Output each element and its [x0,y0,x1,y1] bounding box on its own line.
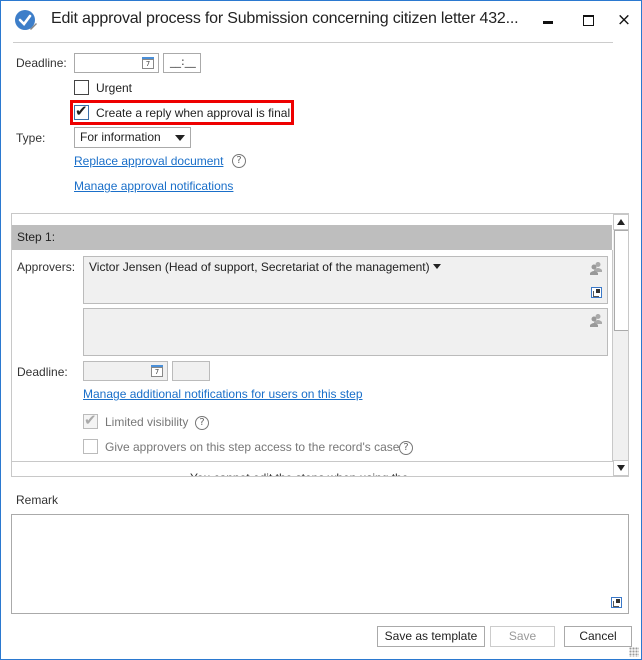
additional-approvers-field[interactable] [83,308,608,356]
deadline-time-input[interactable]: __:__ [163,53,201,73]
checkmark-icon: ✔ [84,411,97,429]
scroll-down-button[interactable] [613,460,628,476]
step-header: Step 1: [12,225,612,250]
expand-icon[interactable] [591,287,602,298]
calendar-icon[interactable]: 7 [142,57,154,69]
time-value: __:__ [170,55,196,68]
step-deadline-label: Deadline: [17,365,68,379]
urgent-checkbox[interactable] [74,80,89,95]
help-icon[interactable]: ? [195,416,209,430]
limited-visibility-checkbox[interactable]: ✔ [83,411,98,429]
step-deadline-date-input[interactable]: 7 [83,361,168,381]
remark-textarea[interactable] [11,514,629,614]
type-value: For information [80,130,161,144]
help-icon[interactable]: ? [399,441,413,455]
step-title: Step 1: [17,230,56,244]
calendar-icon[interactable]: 7 [151,365,163,377]
approvers-label: Approvers: [17,260,76,274]
minimize-button[interactable] [536,9,560,31]
approvers-field[interactable]: Victor Jensen (Head of support, Secretar… [83,256,608,304]
approval-dialog: Edit approval process for Submission con… [0,0,642,660]
resize-grip[interactable] [629,647,639,657]
step-body: Approvers: Victor Jensen (Head of suppor… [12,250,613,462]
create-reply-label: Create a reply when approval is final [96,106,291,120]
expand-icon[interactable] [611,597,622,608]
steps-info-message: You cannot edit the steps when using the… [190,471,418,476]
remark-label: Remark [16,493,59,507]
maximize-button[interactable] [576,9,600,31]
manage-notifications-link[interactable]: Manage approval notifications [74,179,233,193]
scroll-up-button[interactable] [613,214,628,230]
steps-panel: Step 1: Approvers: Victor Jensen (Head o… [11,213,629,477]
type-select[interactable]: For information [74,127,191,148]
chevron-down-icon [175,135,185,141]
save-button[interactable]: Save [490,626,555,647]
type-label: Type: [16,131,46,145]
checkmark-icon: ✔ [75,102,88,120]
scroll-thumb[interactable] [614,230,628,331]
people-icon[interactable] [589,313,603,327]
people-icon[interactable] [589,261,603,275]
create-reply-checkbox[interactable]: ✔ [74,102,89,120]
close-button[interactable]: × [612,9,636,31]
urgent-label: Urgent [96,81,133,95]
cancel-button[interactable]: Cancel [564,626,632,647]
step-deadline-time-input[interactable] [172,361,210,381]
replace-document-link[interactable]: Replace approval document [74,154,223,168]
approver-name: Victor Jensen (Head of support, Secretar… [89,260,430,274]
caret-down-icon[interactable] [432,264,441,269]
steps-scrollbar[interactable] [613,214,628,476]
limited-visibility-label: Limited visibility [105,415,189,429]
give-access-checkbox[interactable] [83,439,98,454]
deadline-label: Deadline: [16,56,67,70]
check-badge-icon [15,10,37,30]
approver-entry[interactable]: Victor Jensen (Head of support, Secretar… [89,260,441,274]
window-title: Edit approval process for Submission con… [51,10,519,27]
save-as-template-button[interactable]: Save as template [377,626,485,647]
title-divider [13,42,613,43]
deadline-date-input[interactable]: 7 [74,53,159,73]
help-icon[interactable]: ? [232,154,246,168]
title-bar: Edit approval process for Submission con… [1,1,641,41]
manage-step-notifications-link[interactable]: Manage additional notifications for user… [83,387,363,401]
give-access-label: Give approvers on this step access to th… [105,440,400,454]
